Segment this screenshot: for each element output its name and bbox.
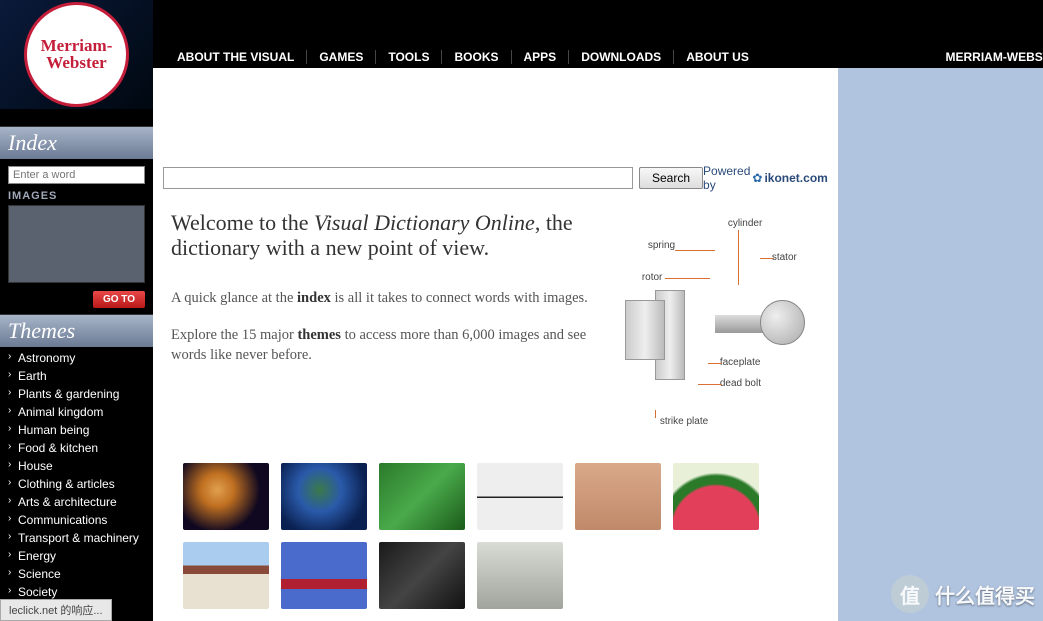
search-input[interactable]: [163, 167, 633, 189]
powered-by[interactable]: Powered by ✿ ikonet.com: [703, 164, 828, 192]
nav-item-books[interactable]: BOOKS: [442, 50, 511, 64]
theme-item-house[interactable]: House: [0, 457, 153, 475]
images-label: IMAGES: [8, 190, 145, 202]
nav-item-downloads[interactable]: DOWNLOADS: [569, 50, 674, 64]
theme-item-astronomy[interactable]: Astronomy: [0, 349, 153, 367]
images-preview-box: [8, 205, 145, 283]
theme-thumb-human[interactable]: [575, 463, 661, 530]
search-button[interactable]: Search: [639, 167, 703, 189]
nav-item-tools[interactable]: TOOLS: [376, 50, 442, 64]
theme-thumb-animal[interactable]: [477, 463, 563, 530]
theme-item-clothing-articles[interactable]: Clothing & articles: [0, 475, 153, 493]
theme-thumb-astronomy[interactable]: [183, 463, 269, 530]
goto-button[interactable]: GO TO: [93, 291, 145, 308]
index-header: Index: [0, 126, 153, 159]
enter-word-input[interactable]: [8, 166, 145, 184]
theme-thumb-food[interactable]: [673, 463, 759, 530]
nav-item-apps[interactable]: APPS: [512, 50, 570, 64]
theme-item-energy[interactable]: Energy: [0, 547, 153, 565]
theme-item-arts-architecture[interactable]: Arts & architecture: [0, 493, 153, 511]
globe-icon: ✿: [752, 171, 762, 185]
theme-thumb-earth[interactable]: [281, 463, 367, 530]
welcome-para-2: Explore the 15 major themes to access mo…: [171, 326, 608, 365]
status-bar: leclick.net 的响应...: [0, 599, 112, 621]
theme-item-human-being[interactable]: Human being: [0, 421, 153, 439]
theme-item-food-kitchen[interactable]: Food & kitchen: [0, 439, 153, 457]
nav-item-about-us[interactable]: ABOUT US: [674, 50, 761, 64]
theme-item-transport-machinery[interactable]: Transport & machinery: [0, 529, 153, 547]
theme-item-earth[interactable]: Earth: [0, 367, 153, 385]
nav-mw-online[interactable]: MERRIAM-WEBSTER ONLINE >: [945, 50, 1043, 64]
theme-thumb-clothing[interactable]: [281, 542, 367, 609]
welcome-heading: Welcome to the Visual Dictionary Online,…: [171, 210, 608, 261]
theme-thumb-house[interactable]: [183, 542, 269, 609]
themes-header: Themes: [0, 314, 153, 347]
theme-thumb-arts[interactable]: [379, 542, 465, 609]
theme-thumb-plants[interactable]: [379, 463, 465, 530]
theme-item-plants-gardening[interactable]: Plants & gardening: [0, 385, 153, 403]
theme-item-science[interactable]: Science: [0, 565, 153, 583]
nav-item-about-the-visual[interactable]: ABOUT THE VISUAL: [165, 50, 307, 64]
right-ad-panel: [838, 68, 1043, 621]
mw-logo: Merriam- Webster: [24, 2, 129, 107]
watermark: 值 什么值得买: [891, 575, 1035, 613]
lock-diagram: cylinder spring stator rotor: [620, 210, 820, 435]
nav-item-games[interactable]: GAMES: [307, 50, 376, 64]
logo-area[interactable]: Merriam- Webster: [0, 0, 153, 109]
theme-item-communications[interactable]: Communications: [0, 511, 153, 529]
top-banner: [153, 0, 1043, 46]
theme-item-animal-kingdom[interactable]: Animal kingdom: [0, 403, 153, 421]
welcome-para-1: A quick glance at the index is all it ta…: [171, 289, 608, 309]
smzdm-icon: 值: [891, 575, 929, 613]
theme-thumb-communications[interactable]: [477, 542, 563, 609]
